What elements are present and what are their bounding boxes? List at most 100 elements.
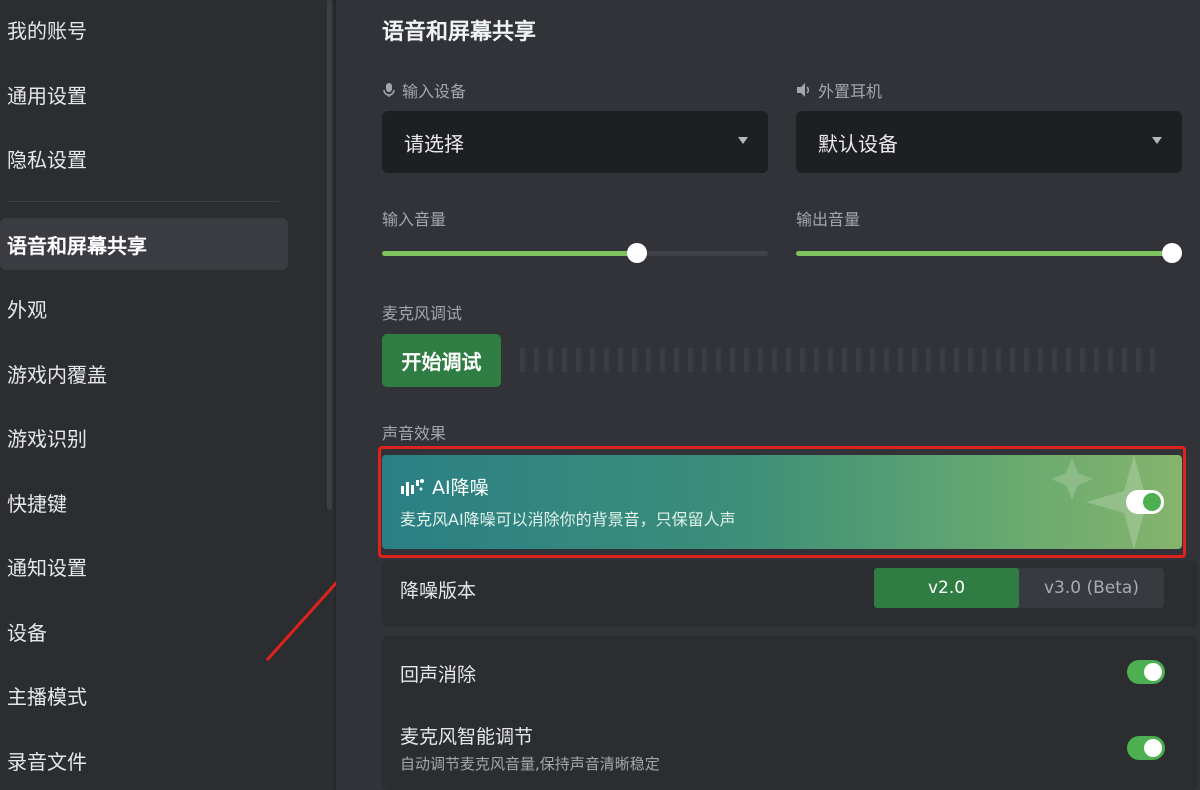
highlight-box <box>378 446 1186 558</box>
input-volume-slider[interactable] <box>382 243 768 263</box>
chevron-down-icon <box>1152 137 1162 144</box>
meter-bar <box>576 348 581 372</box>
meter-bar <box>716 348 721 372</box>
sidebar-item-label: 录音文件 <box>7 749 87 774</box>
mic-test-label: 麦克风调试 <box>382 304 463 323</box>
sidebar-item-label: 游戏内覆盖 <box>7 362 107 387</box>
sidebar-item-privacy[interactable]: 隐私设置 <box>0 132 288 184</box>
meter-bar <box>968 348 973 372</box>
meter-bar <box>1024 348 1029 372</box>
meter-bar <box>1108 348 1113 372</box>
sidebar-item-voice-screen-share[interactable]: 语音和屏幕共享 <box>0 218 288 270</box>
meter-bar <box>534 348 539 372</box>
toggle-knob <box>1144 663 1162 681</box>
slider-knob[interactable] <box>626 243 647 263</box>
meter-bar <box>912 348 917 372</box>
meter-bar <box>786 348 791 372</box>
meter-bar <box>1122 348 1127 372</box>
meter-bar <box>548 348 553 372</box>
sidebar-scrollbar[interactable] <box>327 0 332 510</box>
sidebar-item-label: 通用设置 <box>7 83 87 108</box>
sidebar-item-label: 通知设置 <box>7 555 87 580</box>
version-option-v3[interactable]: v3.0 (Beta) <box>1019 568 1164 608</box>
meter-bar <box>1136 348 1141 372</box>
sidebar-item-label: 语音和屏幕共享 <box>7 233 147 258</box>
output-device-label: 外置耳机 <box>796 78 882 102</box>
sidebar-item-recordings[interactable]: 录音文件 <box>0 734 288 786</box>
meter-bar <box>926 348 931 372</box>
noise-version-label: 降噪版本 <box>400 580 477 602</box>
sidebar-item-label: 我的账号 <box>7 18 87 43</box>
start-test-button[interactable]: 开始调试 <box>382 334 501 387</box>
sidebar-item-hotkeys[interactable]: 快捷键 <box>0 476 288 528</box>
slider-fill <box>796 251 1172 256</box>
meter-bar <box>1010 348 1015 372</box>
input-device-select[interactable]: 请选择 <box>382 111 768 173</box>
meter-bar <box>1150 348 1155 372</box>
meter-bar <box>1094 348 1099 372</box>
meter-bar <box>702 348 707 372</box>
meter-bar <box>940 348 945 372</box>
sidebar-item-my-account[interactable]: 我的账号 <box>0 3 288 55</box>
meter-bar <box>898 348 903 372</box>
input-volume-label: 输入音量 <box>382 210 447 229</box>
meter-bar <box>814 348 819 372</box>
meter-bar <box>604 348 609 372</box>
sidebar-item-appearance[interactable]: 外观 <box>0 282 288 334</box>
output-device-label-text: 外置耳机 <box>818 82 883 101</box>
toggle-knob <box>1144 739 1162 757</box>
meter-bar <box>730 348 735 372</box>
meter-bar <box>772 348 777 372</box>
meter-bar <box>828 348 833 372</box>
echo-cancel-toggle[interactable] <box>1127 660 1165 684</box>
meter-bar <box>758 348 763 372</box>
chevron-down-icon <box>738 137 748 144</box>
sidebar-item-label: 快捷键 <box>7 491 67 516</box>
sidebar-item-label: 隐私设置 <box>7 147 87 172</box>
slider-knob[interactable] <box>1162 243 1182 263</box>
output-device-value: 默认设备 <box>818 131 898 156</box>
sidebar-divider <box>7 201 279 202</box>
sidebar-item-streamer-mode[interactable]: 主播模式 <box>0 669 288 721</box>
meter-bar <box>870 348 875 372</box>
audio-processing-panel: 回声消除 麦克风智能调节 自动调节麦克风音量,保持声音清晰稳定 <box>382 636 1198 790</box>
input-device-value: 请选择 <box>404 131 464 156</box>
meter-bar <box>688 348 693 372</box>
meter-bar <box>856 348 861 372</box>
echo-cancel-label: 回声消除 <box>400 664 477 686</box>
slider-fill <box>382 251 637 256</box>
sidebar-item-game-detection[interactable]: 游戏识别 <box>0 411 288 463</box>
meter-bar <box>996 348 1001 372</box>
meter-bar <box>646 348 651 372</box>
sidebar-item-label: 游戏识别 <box>7 426 87 451</box>
noise-version-row: 降噪版本 v2.0 v3.0 (Beta) <box>382 560 1198 627</box>
meter-bar <box>618 348 623 372</box>
sidebar-item-general[interactable]: 通用设置 <box>0 68 288 120</box>
settings-sidebar: 我的账号 通用设置 隐私设置 语音和屏幕共享 外观 游戏内覆盖 游戏识别 快捷键… <box>0 0 324 790</box>
version-option-v2[interactable]: v2.0 <box>874 568 1019 608</box>
page-title: 语音和屏幕共享 <box>382 20 537 45</box>
input-device-label-text: 输入设备 <box>402 82 467 101</box>
sidebar-item-game-overlay[interactable]: 游戏内覆盖 <box>0 347 288 399</box>
meter-bar <box>1066 348 1071 372</box>
output-volume-slider[interactable] <box>796 243 1182 263</box>
noise-version-selector[interactable]: v2.0 v3.0 (Beta) <box>874 568 1164 608</box>
meter-bar <box>884 348 889 372</box>
sidebar-item-label: 设备 <box>7 620 47 645</box>
microphone-icon <box>383 83 395 97</box>
meter-bar <box>744 348 749 372</box>
meter-bar <box>632 348 637 372</box>
output-device-select[interactable]: 默认设备 <box>796 111 1182 173</box>
meter-bar <box>800 348 805 372</box>
sidebar-item-devices[interactable]: 设备 <box>0 605 288 657</box>
meter-bar <box>1038 348 1043 372</box>
meter-bar <box>954 348 959 372</box>
settings-content: 语音和屏幕共享 输入设备 外置耳机 请选择 默认设备 输入音量 输出音量 麦克风… <box>336 0 1200 790</box>
output-volume-label: 输出音量 <box>796 210 861 229</box>
sidebar-item-notifications[interactable]: 通知设置 <box>0 540 288 592</box>
meter-bar <box>520 348 525 372</box>
auto-gain-toggle[interactable] <box>1127 736 1165 760</box>
meter-bar <box>842 348 847 372</box>
auto-gain-label: 麦克风智能调节 <box>400 726 534 748</box>
meter-bar <box>674 348 679 372</box>
